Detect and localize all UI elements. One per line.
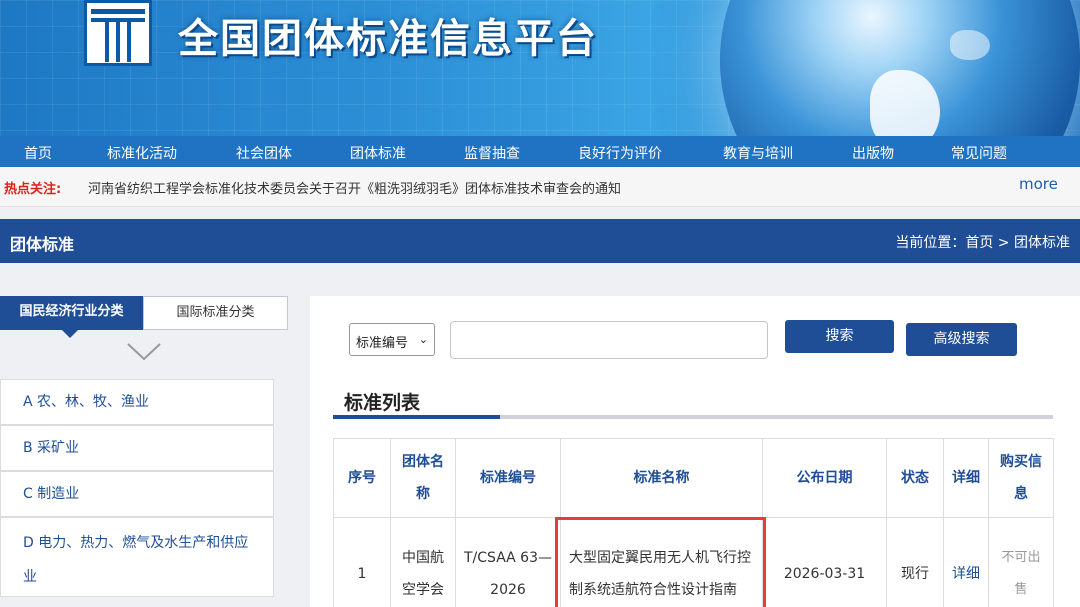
column-header: 序号 (333, 438, 391, 518)
nav-item-faq[interactable]: 常见问题 (951, 143, 1007, 163)
more-link[interactable]: more (1019, 175, 1058, 193)
search-button[interactable]: 搜索 (785, 320, 894, 353)
page: 全国团体标准信息平台 首页 标准化活动 社会团体 团体标准 监督抽查 良好行为评… (0, 0, 1080, 607)
search-type-select[interactable]: 标准编号 ⌄ (349, 323, 435, 356)
nav-item-supervision[interactable]: 监督抽查 (464, 143, 520, 163)
hot-news-link[interactable]: 河南省纺织工程学会标准化技术委员会关于召开《粗洗羽绒羽毛》团体标准技术审查会的通… (88, 178, 621, 197)
chevron-down-icon[interactable] (126, 342, 162, 362)
nav-item-good-behavior[interactable]: 良好行为评价 (578, 143, 662, 163)
category-item-d-line1: D 电力、热力、燃气及水生产和供应 (23, 535, 249, 551)
column-header: 公布日期 (762, 438, 887, 518)
cell-no: 1 (333, 517, 391, 607)
cell-code: T/CSAA 63—2026 (455, 517, 561, 607)
search-type-value: 标准编号 (356, 336, 409, 351)
column-header: 状态 (886, 438, 944, 518)
list-title: 标准列表 (344, 392, 421, 414)
sidebar-tabs: 国民经济行业分类 国际标准分类 (0, 296, 288, 338)
site-banner: 全国团体标准信息平台 (0, 0, 1080, 136)
table-header-row: 序号 团体名称 标准编号 标准名称 公布日期 状态 详细 购买信息 (333, 438, 1054, 518)
column-header: 标准编号 (455, 438, 561, 518)
category-item-d[interactable]: D 电力、热力、燃气及水生产和供应 业 (0, 517, 274, 597)
list-title-underline (333, 415, 1053, 419)
category-item-c[interactable]: C 制造业 (0, 471, 274, 517)
cell-date: 2026-03-31 (762, 517, 887, 607)
category-item-a[interactable]: A 农、林、牧、渔业 (0, 379, 274, 425)
cell-name[interactable]: 大型固定翼民用无人机飞行控制系统适航符合性设计指南 (560, 517, 763, 607)
sidebar: 国民经济行业分类 国际标准分类 A 农、林、牧、渔业 B 采矿业 C 制造业 D… (0, 296, 288, 607)
site-logo[interactable] (84, 0, 152, 66)
chevron-down-icon: ⌄ (418, 333, 428, 346)
nav-item-home[interactable]: 首页 (24, 143, 52, 163)
column-header: 标准名称 (560, 438, 763, 518)
main-nav: 首页 标准化活动 社会团体 团体标准 监督抽查 良好行为评价 教育与培训 出版物… (0, 136, 1080, 167)
nav-item-group-standards[interactable]: 团体标准 (350, 143, 406, 163)
table-row: 1 中国航空学会 T/CSAA 63—2026 大型固定翼民用无人机飞行控制系统… (333, 517, 1054, 607)
cell-status: 现行 (886, 517, 944, 607)
breadcrumb: 当前位置：首页 > 团体标准 (895, 235, 1070, 251)
cell-org: 中国航空学会 (390, 517, 456, 607)
category-item-d-line2: 业 (23, 569, 37, 585)
category-item-b[interactable]: B 采矿业 (0, 425, 274, 471)
nav-item-social-groups[interactable]: 社会团体 (236, 143, 292, 163)
search-input[interactable] (450, 321, 768, 359)
column-header: 详细 (943, 438, 989, 518)
nav-item-education[interactable]: 教育与培训 (723, 143, 793, 163)
hot-news-bar: 热点关注: 河南省纺织工程学会标准化技术委员会关于召开《粗洗羽绒羽毛》团体标准技… (0, 167, 1080, 207)
nav-item-standardization-activities[interactable]: 标准化活动 (107, 143, 177, 163)
advanced-search-button[interactable]: 高级搜索 (906, 323, 1017, 356)
site-title[interactable]: 全国团体标准信息平台 (178, 6, 598, 64)
hot-news-label: 热点关注: (4, 182, 62, 197)
standards-table: 序号 团体名称 标准编号 标准名称 公布日期 状态 详细 购买信息 1 中国航空… (333, 438, 1054, 607)
nav-item-publications[interactable]: 出版物 (852, 143, 894, 163)
column-header: 团体名称 (390, 438, 456, 518)
section-title: 团体标准 (10, 235, 75, 254)
tab-national-economy[interactable]: 国民经济行业分类 (0, 296, 143, 338)
cell-purchase: 不可出售 (988, 517, 1054, 607)
globe-icon (720, 0, 1080, 136)
detail-link[interactable]: 详细 (943, 517, 989, 607)
section-header: 团体标准 当前位置：首页 > 团体标准 (0, 219, 1080, 263)
column-header: 购买信息 (988, 438, 1054, 518)
tab-international[interactable]: 国际标准分类 (143, 296, 288, 330)
